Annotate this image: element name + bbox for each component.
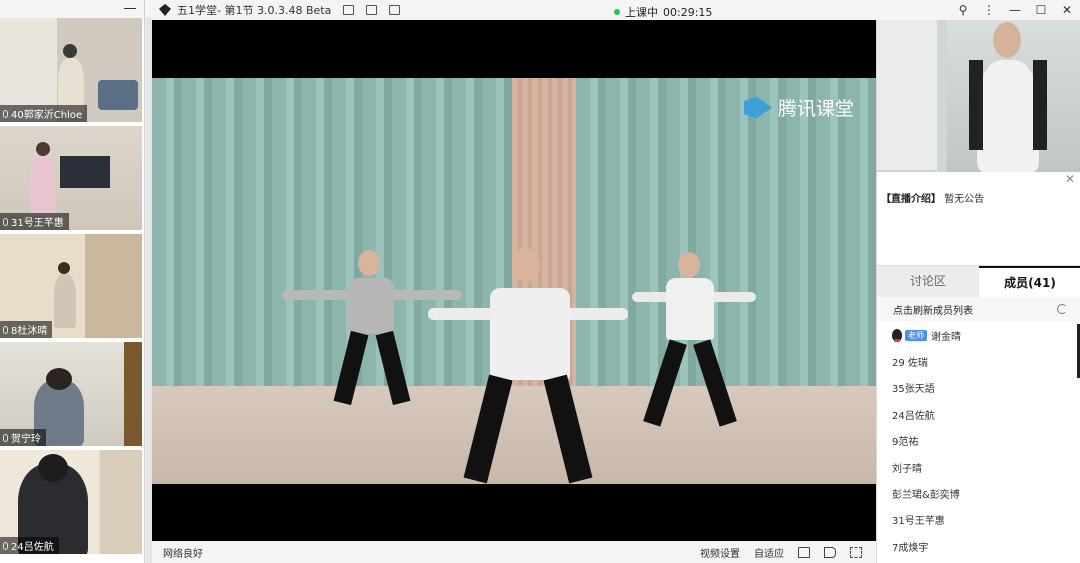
list-item[interactable]: 7成焕宇 (877, 533, 1077, 559)
student-video-tile[interactable]: 贺宁玲 (0, 342, 142, 448)
tab-members[interactable]: 成员(41) (979, 266, 1080, 297)
member-name: 24吕佐航 (892, 410, 935, 422)
list-item[interactable]: 刘子晴 (877, 454, 1077, 480)
student-video-strip: 40郭家沂Chloe 31号王芊惠 8杜沐晴 贺宁玲 24吕佐航 (0, 0, 145, 563)
info-icon[interactable] (389, 5, 401, 15)
announcement-text: 【直播介绍】 暂无公告 (881, 190, 984, 205)
member-name: 彭兰珺&彭奕博 (892, 490, 960, 502)
main-video[interactable]: 腾讯课堂 (152, 20, 876, 541)
member-name: 31号王芊惠 (892, 516, 945, 528)
close-icon[interactable]: ✕ (1065, 172, 1075, 186)
teacher-badge: 老师 (905, 329, 927, 341)
student-video-tile[interactable]: 8杜沐晴 (0, 234, 142, 340)
more-icon[interactable]: ⋮ (976, 3, 1002, 17)
student-video-tile[interactable]: 24吕佐航 (0, 450, 142, 556)
student-name-label: 贺宁玲 (0, 429, 46, 446)
close-window-icon[interactable]: ✕ (1054, 3, 1080, 17)
list-item[interactable]: 彭兰珺&彭奕博 (877, 480, 1077, 506)
window-controls: ⚲ ⋮ — ☐ ✕ (950, 0, 1080, 20)
student-video-tile[interactable]: 40郭家沂Chloe (0, 18, 142, 124)
mic-icon (3, 433, 8, 442)
mic-icon (3, 325, 8, 334)
student-name-label: 31号王芊惠 (0, 213, 69, 230)
status-text: 上课中 (625, 6, 658, 19)
refresh-icon[interactable] (1057, 304, 1067, 314)
title-bar: 五1学堂- 第1节 3.0.3.48 Beta 上课中 00:29:15 ⚲ ⋮… (152, 0, 1080, 20)
list-item[interactable]: 35张天語 (877, 375, 1077, 401)
tencent-classroom-logo-icon (743, 96, 772, 119)
student-name-label: 24吕佐航 (0, 537, 59, 554)
member-name: 刘子晴 (892, 463, 922, 475)
mic-icon (3, 109, 8, 118)
announcement-value: 暂无公告 (944, 194, 985, 205)
maximize-window-icon[interactable]: ☐ (1028, 3, 1054, 17)
network-status: 网络良好 (163, 548, 203, 560)
volume-icon[interactable] (824, 546, 836, 558)
watermark: 腾讯课堂 (743, 94, 854, 121)
right-panel: ✕ 【直播介绍】 暂无公告 讨论区 成员(41) 点击刷新成员列表 老师 谢金晴… (876, 20, 1080, 563)
strip-header (0, 0, 144, 18)
member-name: 9范祐 (892, 437, 919, 449)
video-control-bar: 网络良好 视频设置 自适应 (152, 541, 876, 563)
member-name: 35张天語 (892, 384, 935, 396)
share-icon[interactable] (366, 5, 378, 15)
live-indicator-icon (614, 9, 620, 15)
qq-icon (892, 329, 902, 343)
mic-icon (3, 541, 8, 550)
classroom-app: 40郭家沂Chloe 31号王芊惠 8杜沐晴 贺宁玲 24吕佐航 五1学堂- 第… (0, 0, 1080, 563)
video-settings-button[interactable]: 视频设置 (700, 545, 740, 560)
member-name: 7成焕宇 (892, 542, 929, 554)
member-name: 谢金晴 (931, 331, 961, 343)
refresh-members-text[interactable]: 点击刷新成员列表 (893, 302, 973, 317)
minimize-icon[interactable] (124, 3, 136, 13)
curtain-left (152, 78, 512, 388)
curtain-right (576, 78, 876, 388)
app-logo-icon (159, 4, 171, 16)
teacher-video[interactable] (877, 20, 1080, 172)
adaptive-button[interactable]: 自适应 (754, 545, 784, 560)
video-controls: 视频设置 自适应 (700, 541, 876, 563)
mic-icon (3, 217, 8, 226)
student-name-label: 8杜沐晴 (0, 321, 53, 338)
fullscreen-icon[interactable] (850, 546, 862, 558)
announcement-label: 【直播介绍】 (881, 194, 941, 205)
member-list: 老师 谢金晴 29 佐瑞 35张天語 24吕佐航 9范祐 刘子晴 彭兰珺&彭奕博… (877, 322, 1077, 560)
floor (152, 386, 876, 484)
student-video-tile[interactable]: 31号王芊惠 (0, 126, 142, 232)
window-title: 五1学堂- 第1节 3.0.3.48 Beta (177, 4, 332, 17)
panel-tabs: 讨论区 成员(41) (877, 265, 1080, 297)
list-item[interactable]: 9范祐 (877, 428, 1077, 454)
minimize-window-icon[interactable]: — (1002, 3, 1028, 17)
feedback-icon[interactable] (343, 5, 355, 15)
hide-video-icon[interactable] (798, 546, 810, 558)
announcement: ✕ 【直播介绍】 暂无公告 (877, 172, 1080, 265)
list-item[interactable]: 24吕佐航 (877, 401, 1077, 427)
refresh-members-row[interactable]: 点击刷新成员列表 (877, 297, 1080, 321)
list-item[interactable]: 29 佐瑞 (877, 348, 1077, 374)
pin-icon[interactable]: ⚲ (950, 3, 976, 17)
class-status: 上课中 00:29:15 (614, 4, 712, 20)
list-item[interactable]: 31号王芊惠 (877, 507, 1077, 533)
member-name: 29 佐瑞 (892, 358, 928, 370)
watermark-text: 腾讯课堂 (777, 98, 854, 120)
student-name-label: 40郭家沂Chloe (0, 105, 88, 122)
list-item[interactable]: 老师 谢金晴 (877, 322, 1077, 348)
video-stage: 腾讯课堂 (152, 78, 876, 484)
class-timer: 00:29:15 (663, 5, 713, 19)
tab-discussion[interactable]: 讨论区 (877, 266, 979, 297)
